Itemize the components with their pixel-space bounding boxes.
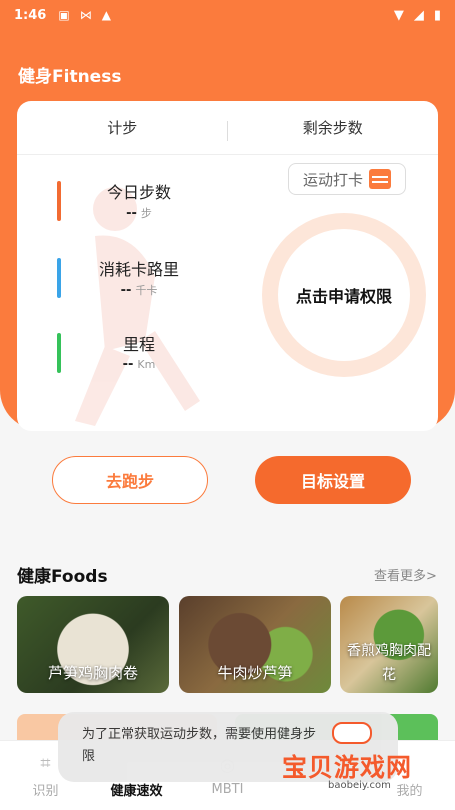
stat-label: 消耗卡路里 [98,260,179,279]
calendar-icon [369,169,391,189]
stat-indicator [57,258,61,298]
checkin-button[interactable]: 运动打卡 [288,163,406,195]
go-run-button[interactable]: 去跑步 [52,456,208,504]
tab-remaining-steps[interactable]: 剩余步数 [228,101,439,154]
food-name: 芦笋鸡胸肉卷 [47,664,138,682]
stat-value: -- Km [122,357,156,372]
notification-icon: ▣ [58,8,70,22]
food-card[interactable]: 牛肉炒芦笋 [179,596,331,693]
stat-label: 今日步数 [106,183,171,202]
see-more-link[interactable]: 查看更多> [374,565,437,584]
stat-indicator [57,181,61,221]
stat-calories: 消耗卡路里 -- 千卡 [57,256,207,302]
stat-today-steps: 今日步数 -- 步 [57,179,207,225]
warning-icon: ▲ [101,8,111,22]
wifi-icon: ▼ [393,7,404,23]
sync-icon: ⋈ [79,8,92,22]
goal-settings-button[interactable]: 目标设置 [255,456,411,504]
status-time: 1:46 [14,7,47,23]
nav-label: 识别 [32,784,59,799]
gamepad-icon [332,722,372,744]
stat-value: -- 步 [126,206,152,221]
tab-divider [227,121,228,141]
foods-section-title: 健康Foods [17,567,108,587]
checkin-label: 运动打卡 [302,170,363,189]
food-card[interactable]: 芦笋鸡胸肉卷 [17,596,169,693]
step-card: 计步 剩余步数 今日步数 -- 步 消耗卡路里 -- 千卡 里程 -- Km 运动打卡… [17,101,438,431]
watermark-text: 宝贝游戏网 [282,753,413,782]
watermark-logo: 宝贝游戏网 baobeiy.com [282,722,432,792]
signal-icon: ◢ [413,7,424,23]
watermark-url: baobeiy.com [328,780,391,791]
food-card[interactable]: 香煎鸡胸肉配 花 [340,596,438,693]
food-name: 香煎鸡胸肉配 花 [347,643,431,683]
permission-label[interactable]: 点击申请权限 [278,229,410,361]
battery-icon: ▮ [433,7,441,23]
status-bar: 1:46 ▣ ⋈ ▲ ▼ ◢ ▮ [0,0,455,30]
scan-icon: ⌗ [40,753,51,774]
stat-indicator [57,333,61,373]
nav-label: 健康速效 [110,784,163,799]
tab-step-count[interactable]: 计步 [17,101,228,154]
nav-label: MBTI [211,782,244,797]
stat-distance: 里程 -- Km [57,331,207,377]
food-name: 牛肉炒芦笋 [217,664,293,682]
stat-label: 里程 [122,335,155,354]
permission-ring[interactable]: 点击申请权限 [262,213,426,377]
app-title: 健身Fitness [18,67,122,87]
stat-value: -- 千卡 [120,283,158,298]
